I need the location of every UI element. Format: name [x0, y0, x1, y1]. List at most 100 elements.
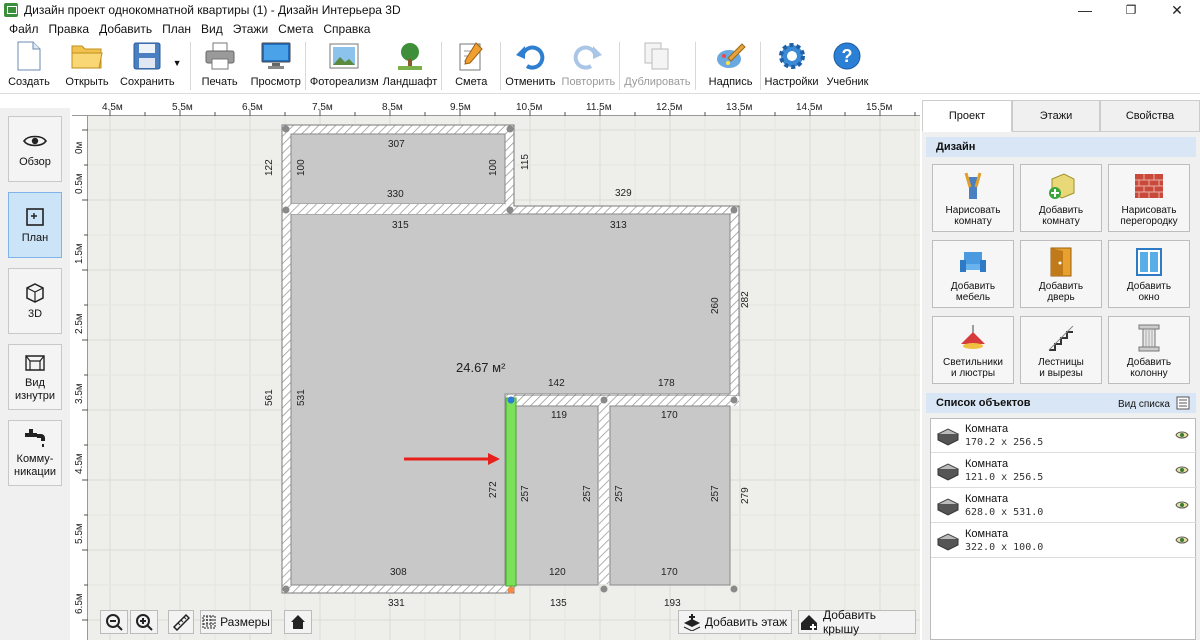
room-icon: [935, 458, 961, 484]
tab-project[interactable]: Проект: [922, 100, 1012, 132]
maximize-button[interactable]: ❐: [1108, 0, 1154, 20]
view-3d-button[interactable]: 3D: [8, 268, 62, 334]
stairs-button[interactable]: Лестницы и вырезы: [1020, 316, 1102, 384]
room-icon: [935, 493, 961, 519]
room-icon: [935, 528, 961, 554]
ruler-horizontal: 4.5м 5.5м 6.5м 7.5м 8.5м 9.5м 10.5м 11.5…: [72, 100, 920, 116]
add-column-button[interactable]: Добавить колонну: [1108, 316, 1190, 384]
ruler-label: 0.5м: [74, 173, 85, 194]
lamps-button[interactable]: Светильники и люстры: [932, 316, 1014, 384]
dimension-label: 329: [615, 188, 632, 199]
menu-help[interactable]: Справка: [318, 22, 375, 36]
open-button[interactable]: Открыть: [62, 38, 112, 92]
list-item[interactable]: Комната 121.0 x 256.5: [931, 454, 1197, 488]
add-room-icon: [1046, 171, 1076, 201]
draw-partition-button[interactable]: Нарисовать перегородку: [1108, 164, 1190, 232]
dimension-label: 331: [388, 598, 405, 609]
toolbar-separator: [619, 42, 621, 90]
wall-handle-bottom[interactable]: [507, 586, 515, 594]
label-button[interactable]: Надпись: [706, 38, 756, 92]
measure-button[interactable]: [168, 610, 194, 634]
menu-bar: Файл Правка Добавить План Вид Этажи Смет…: [0, 20, 1200, 38]
grid-icon: [202, 615, 216, 629]
menu-plan[interactable]: План: [157, 22, 196, 36]
ruler-label: 0м: [74, 141, 85, 154]
overview-button[interactable]: Обзор: [8, 116, 62, 182]
ruler-label: 6.5м: [242, 102, 263, 113]
dimension-label: 257: [582, 485, 593, 502]
toolbar-separator: [759, 42, 761, 90]
menu-edit[interactable]: Правка: [44, 22, 95, 36]
menu-floors[interactable]: Этажи: [228, 22, 273, 36]
settings-button[interactable]: Настройки: [765, 38, 818, 92]
add-room-button[interactable]: Добавить комнату: [1020, 164, 1102, 232]
wall-handle-top[interactable]: [507, 396, 515, 404]
save-dropdown-icon[interactable]: ▼: [173, 58, 182, 68]
dimension-label: 531: [296, 389, 307, 406]
communications-button[interactable]: Комму- никации: [8, 420, 62, 486]
selected-wall[interactable]: [505, 397, 517, 587]
stairs-icon: [1046, 323, 1076, 353]
toolbar-separator: [500, 42, 502, 90]
close-button[interactable]: ✕: [1154, 0, 1200, 20]
room-area-label: 24.67 м²: [456, 360, 506, 375]
duplicate-button[interactable]: Дублировать: [624, 38, 691, 92]
visibility-eye-icon[interactable]: [1175, 499, 1189, 513]
draw-room-icon: [958, 171, 988, 201]
dimension-label: 119: [551, 410, 567, 421]
ruler-label: 13.5м: [726, 102, 753, 113]
visibility-eye-icon[interactable]: [1175, 429, 1189, 443]
plan-canvas[interactable]: 4.5м 5.5м 6.5м 7.5м 8.5м 9.5м 10.5м 11.5…: [72, 100, 920, 640]
dimension-label: 257: [710, 485, 721, 502]
dimension-label: 282: [740, 291, 751, 308]
photorealism-button[interactable]: Фотореализм: [310, 38, 379, 92]
dimension-label: 272: [488, 481, 499, 498]
home-button[interactable]: [284, 610, 312, 634]
photo-icon: [328, 40, 360, 72]
visibility-eye-icon[interactable]: [1175, 534, 1189, 548]
tutorial-button[interactable]: ? Учебник: [822, 38, 872, 92]
preview-button[interactable]: Просмотр: [251, 38, 301, 92]
dimension-label: 120: [549, 567, 566, 578]
zoom-out-button[interactable]: [100, 610, 128, 634]
menu-estimate[interactable]: Смета: [273, 22, 318, 36]
list-item[interactable]: Комната 170.2 x 256.5: [931, 419, 1197, 453]
zoom-in-icon: [136, 614, 153, 631]
draw-room-button[interactable]: Нарисовать комнату: [932, 164, 1014, 232]
dimension-label: 122: [264, 159, 275, 176]
add-roof-button[interactable]: Добавить крышу: [798, 608, 916, 636]
inside-view-button[interactable]: Вид изнутри: [8, 344, 62, 410]
title-bar: Дизайн проект однокомнатной квартиры (1)…: [0, 0, 1200, 20]
minimize-button[interactable]: —: [1062, 0, 1108, 20]
app-icon: [4, 3, 18, 17]
cube-icon: [22, 282, 48, 304]
menu-add[interactable]: Добавить: [94, 22, 157, 36]
dimension-label: 257: [614, 485, 625, 502]
dimension-label: 307: [388, 139, 405, 150]
add-window-button[interactable]: Добавить окно: [1108, 240, 1190, 308]
redo-button[interactable]: Повторить: [562, 38, 615, 92]
undo-button[interactable]: Отменить: [505, 38, 556, 92]
menu-file[interactable]: Файл: [4, 22, 44, 36]
ruler-label: 14.5м: [796, 102, 823, 113]
tab-floors[interactable]: Этажи: [1012, 100, 1100, 132]
sizes-button[interactable]: Размеры: [200, 610, 272, 634]
print-button[interactable]: Печать: [195, 38, 245, 92]
list-item[interactable]: Комната 322.0 x 100.0: [931, 524, 1197, 558]
plan-button[interactable]: План: [8, 192, 62, 258]
zoom-in-button[interactable]: [130, 610, 158, 634]
list-view-toggle[interactable]: Вид списка: [1118, 396, 1190, 413]
menu-view[interactable]: Вид: [196, 22, 228, 36]
visibility-eye-icon[interactable]: [1175, 464, 1189, 478]
tab-properties[interactable]: Свойства: [1100, 100, 1200, 132]
dimension-label: 170: [661, 567, 678, 578]
create-button[interactable]: Создать: [4, 38, 54, 92]
add-floor-button[interactable]: Добавить этаж: [678, 610, 792, 634]
landscape-button[interactable]: Ландшафт: [383, 38, 437, 92]
list-item[interactable]: Комната 628.0 x 531.0: [931, 489, 1197, 523]
save-button[interactable]: Сохранить: [120, 38, 175, 92]
estimate-button[interactable]: Смета: [446, 38, 496, 92]
help-icon: ?: [831, 40, 863, 72]
add-furniture-button[interactable]: Добавить мебель: [932, 240, 1014, 308]
add-door-button[interactable]: Добавить дверь: [1020, 240, 1102, 308]
